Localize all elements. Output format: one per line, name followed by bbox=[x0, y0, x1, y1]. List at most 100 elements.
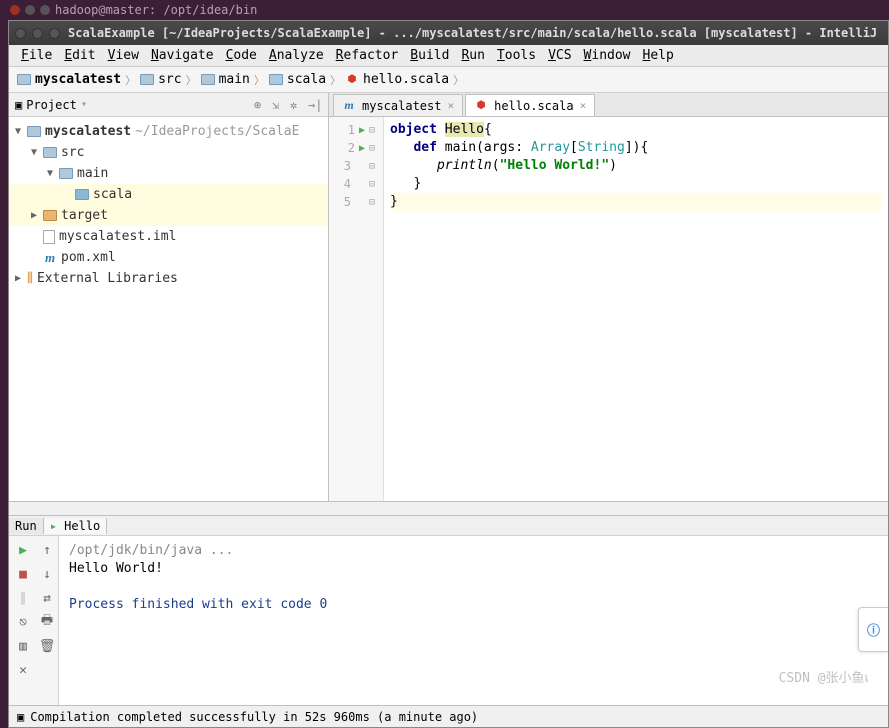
layout-icon[interactable]: ▥ bbox=[13, 636, 33, 656]
editor-tabs: mmyscalatest×⬢hello.scala× bbox=[329, 93, 888, 117]
close-run-icon[interactable]: ✕ bbox=[13, 660, 33, 680]
tree-item-myscalatest-iml[interactable]: myscalatest.iml bbox=[9, 226, 328, 247]
file-icon bbox=[43, 230, 55, 244]
rerun-icon[interactable]: ▶ bbox=[13, 540, 33, 560]
print-icon[interactable]: 🖶 bbox=[37, 612, 57, 632]
folder-icon bbox=[201, 74, 215, 85]
run-gutter-icon[interactable]: ▶ bbox=[359, 125, 365, 136]
maven-icon: m bbox=[342, 98, 356, 113]
trash-icon[interactable]: 🗑 bbox=[37, 636, 57, 656]
exit-icon[interactable]: ⎋ bbox=[13, 612, 33, 632]
breadcrumb: myscalatest〉src〉main〉scala〉⬢hello.scala〉 bbox=[9, 67, 888, 93]
up-icon[interactable]: ↑ bbox=[37, 540, 57, 560]
window-close-icon[interactable] bbox=[15, 28, 26, 39]
console-line bbox=[69, 578, 878, 596]
project-tool-window: ▣ Project ▾ ⊕ ⇲ ✲ →| ▼myscalatest ~/Idea… bbox=[9, 93, 329, 501]
menu-analyze[interactable]: Analyze bbox=[263, 46, 330, 65]
breadcrumb-item[interactable]: src bbox=[140, 72, 181, 87]
run-config-tab[interactable]: ▸ Hello bbox=[44, 518, 108, 534]
collapse-icon[interactable]: ⇲ bbox=[272, 98, 286, 112]
code-line[interactable]: object Hello{ bbox=[390, 121, 882, 139]
editor-tab-myscalatest[interactable]: mmyscalatest× bbox=[333, 94, 463, 116]
tree-item-target[interactable]: ▶target bbox=[9, 205, 328, 226]
info-bubble-icon[interactable]: ⓘ bbox=[858, 607, 888, 652]
stop-icon[interactable]: ■ bbox=[13, 564, 33, 584]
code-editor[interactable]: object Hello{ def main(args: Array[Strin… bbox=[384, 117, 888, 501]
gutter-line[interactable]: 2▶⊟ bbox=[329, 139, 383, 157]
project-tree[interactable]: ▼myscalatest ~/IdeaProjects/ScalaE▼src▼m… bbox=[9, 117, 328, 501]
gutter-line[interactable]: 3⊟ bbox=[329, 157, 383, 175]
gutter-line[interactable]: 1▶⊟ bbox=[329, 121, 383, 139]
menu-build[interactable]: Build bbox=[404, 46, 455, 65]
wrap-icon[interactable]: ⇄ bbox=[37, 588, 57, 608]
os-terminal-text: hadoop@master: /opt/idea/bin bbox=[55, 3, 257, 17]
tree-item-src[interactable]: ▼src bbox=[9, 142, 328, 163]
gear-icon[interactable]: ✲ bbox=[290, 98, 304, 112]
run-config-icon: ▸ bbox=[50, 519, 57, 533]
tree-item-main[interactable]: ▼main bbox=[9, 163, 328, 184]
breadcrumb-item[interactable]: main bbox=[201, 72, 250, 87]
run-tool-window: Run ▸ Hello ▶ ↑ ■ ↓ ∥ ⇄ ⎋ 🖶 ▥ 🗑 ✕ /opt/j… bbox=[9, 515, 888, 705]
breadcrumb-item[interactable]: myscalatest bbox=[17, 72, 121, 87]
pause-icon[interactable]: ∥ bbox=[13, 588, 33, 608]
close-tab-icon[interactable]: × bbox=[447, 99, 454, 112]
code-line[interactable]: } bbox=[390, 193, 882, 211]
console-line: Hello World! bbox=[69, 560, 878, 578]
gutter-line[interactable]: 4⊟ bbox=[329, 175, 383, 193]
close-dot bbox=[10, 5, 20, 15]
locate-icon[interactable]: ⊕ bbox=[254, 98, 268, 112]
chevron-right-icon: 〉 bbox=[254, 72, 265, 88]
menu-edit[interactable]: Edit bbox=[58, 46, 101, 65]
scala-file-icon: ⬢ bbox=[345, 73, 359, 87]
gutter-line[interactable]: 5⊟ bbox=[329, 193, 383, 211]
hide-icon[interactable]: →| bbox=[308, 98, 322, 112]
menu-tools[interactable]: Tools bbox=[491, 46, 542, 65]
window-titlebar[interactable]: ScalaExample [~/IdeaProjects/ScalaExampl… bbox=[9, 21, 888, 45]
folder-icon bbox=[17, 74, 31, 85]
tree-root[interactable]: ▼myscalatest ~/IdeaProjects/ScalaE bbox=[9, 121, 328, 142]
menu-help[interactable]: Help bbox=[637, 46, 680, 65]
os-terminal-bar: hadoop@master: /opt/idea/bin bbox=[0, 0, 889, 20]
dropdown-icon[interactable]: ▾ bbox=[81, 99, 87, 110]
code-line[interactable]: } bbox=[390, 175, 882, 193]
folder-icon bbox=[43, 210, 57, 221]
chevron-right-icon: 〉 bbox=[186, 72, 197, 88]
editor-tab-hello-scala[interactable]: ⬢hello.scala× bbox=[465, 94, 595, 116]
code-line[interactable]: println("Hello World!") bbox=[390, 157, 882, 175]
window-min-icon[interactable] bbox=[32, 28, 43, 39]
project-view-icon[interactable]: ▣ bbox=[15, 98, 22, 112]
min-dot bbox=[25, 5, 35, 15]
menu-refactor[interactable]: Refactor bbox=[330, 46, 405, 65]
tree-item-pom-xml[interactable]: mpom.xml bbox=[9, 247, 328, 268]
menu-file[interactable]: File bbox=[15, 46, 58, 65]
project-title[interactable]: Project bbox=[26, 98, 77, 112]
menu-vcs[interactable]: VCS bbox=[542, 46, 577, 65]
menu-navigate[interactable]: Navigate bbox=[145, 46, 220, 65]
tree-item-scala[interactable]: scala bbox=[9, 184, 328, 205]
menu-window[interactable]: Window bbox=[578, 46, 637, 65]
close-tab-icon[interactable]: × bbox=[580, 99, 587, 112]
run-gutter-icon[interactable]: ▶ bbox=[359, 143, 365, 154]
maven-icon: m bbox=[43, 250, 57, 266]
splitter[interactable] bbox=[9, 501, 888, 515]
editor-panel: mmyscalatest×⬢hello.scala× 1▶⊟2▶⊟3⊟4⊟5⊟ … bbox=[329, 93, 888, 501]
window-title: ScalaExample [~/IdeaProjects/ScalaExampl… bbox=[68, 26, 877, 40]
down-icon[interactable]: ↓ bbox=[37, 564, 57, 584]
code-line[interactable]: def main(args: Array[String]){ bbox=[390, 139, 882, 157]
run-tab[interactable]: Run bbox=[9, 518, 44, 534]
run-tabs: Run ▸ Hello bbox=[9, 516, 888, 536]
scala-file-icon: ⬢ bbox=[474, 99, 488, 113]
menu-view[interactable]: View bbox=[102, 46, 145, 65]
module-icon bbox=[27, 126, 41, 137]
run-console[interactable]: /opt/jdk/bin/java ...Hello World! Proces… bbox=[59, 536, 888, 705]
menu-code[interactable]: Code bbox=[220, 46, 263, 65]
window-max-icon[interactable] bbox=[49, 28, 60, 39]
console-line: /opt/jdk/bin/java ... bbox=[69, 542, 878, 560]
project-header: ▣ Project ▾ ⊕ ⇲ ✲ →| bbox=[9, 93, 328, 117]
breadcrumb-item[interactable]: ⬢hello.scala bbox=[345, 72, 449, 87]
breadcrumb-item[interactable]: scala bbox=[269, 72, 326, 87]
editor-gutter[interactable]: 1▶⊟2▶⊟3⊟4⊟5⊟ bbox=[329, 117, 384, 501]
menu-run[interactable]: Run bbox=[455, 46, 490, 65]
library-icon: ⫼ bbox=[27, 271, 33, 286]
tree-external-libraries[interactable]: ▶⫼External Libraries bbox=[9, 268, 328, 289]
